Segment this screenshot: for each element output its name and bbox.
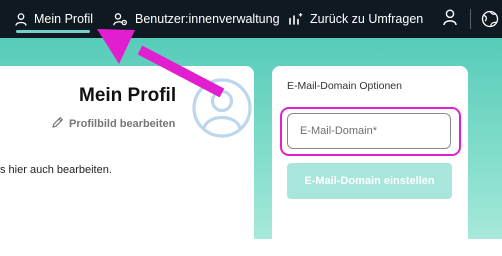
annotation-highlight-box bbox=[280, 107, 461, 156]
email-domain-card bbox=[272, 66, 468, 256]
nav-item-user-management[interactable]: Benutzer:innenverwaltung bbox=[113, 0, 280, 38]
nav-divider bbox=[470, 9, 471, 29]
nav-item-back-to-surveys[interactable]: Zurück zu Umfragen bbox=[289, 0, 423, 38]
person-icon bbox=[15, 12, 27, 26]
nav-profile-label: Mein Profil bbox=[34, 12, 94, 26]
page-title: Mein Profil bbox=[79, 85, 177, 106]
pencil-icon bbox=[51, 116, 64, 132]
top-navigation: Mein Profil Benutzer:innenverwaltung Zur… bbox=[0, 0, 502, 38]
survey-icon bbox=[289, 13, 303, 25]
user-gear-icon bbox=[113, 12, 128, 26]
active-tab-indicator bbox=[16, 30, 90, 33]
edit-profile-picture-label: Profilbild bearbeiten bbox=[69, 118, 176, 130]
profile-description: s hier auch bearbeiten. bbox=[0, 164, 112, 176]
nav-back-label: Zurück zu Umfragen bbox=[310, 12, 424, 26]
avatar-icon[interactable] bbox=[191, 77, 253, 139]
globe-icon[interactable] bbox=[481, 10, 499, 28]
edit-profile-picture-link[interactable]: Profilbild bearbeiten bbox=[51, 116, 175, 132]
email-domain-card-title: E-Mail-Domain Optionen bbox=[287, 80, 402, 92]
user-account-icon[interactable] bbox=[443, 9, 457, 26]
nav-users-label: Benutzer:innenverwaltung bbox=[135, 12, 280, 26]
set-email-domain-button[interactable]: E-Mail-Domain einstellen bbox=[287, 163, 452, 199]
